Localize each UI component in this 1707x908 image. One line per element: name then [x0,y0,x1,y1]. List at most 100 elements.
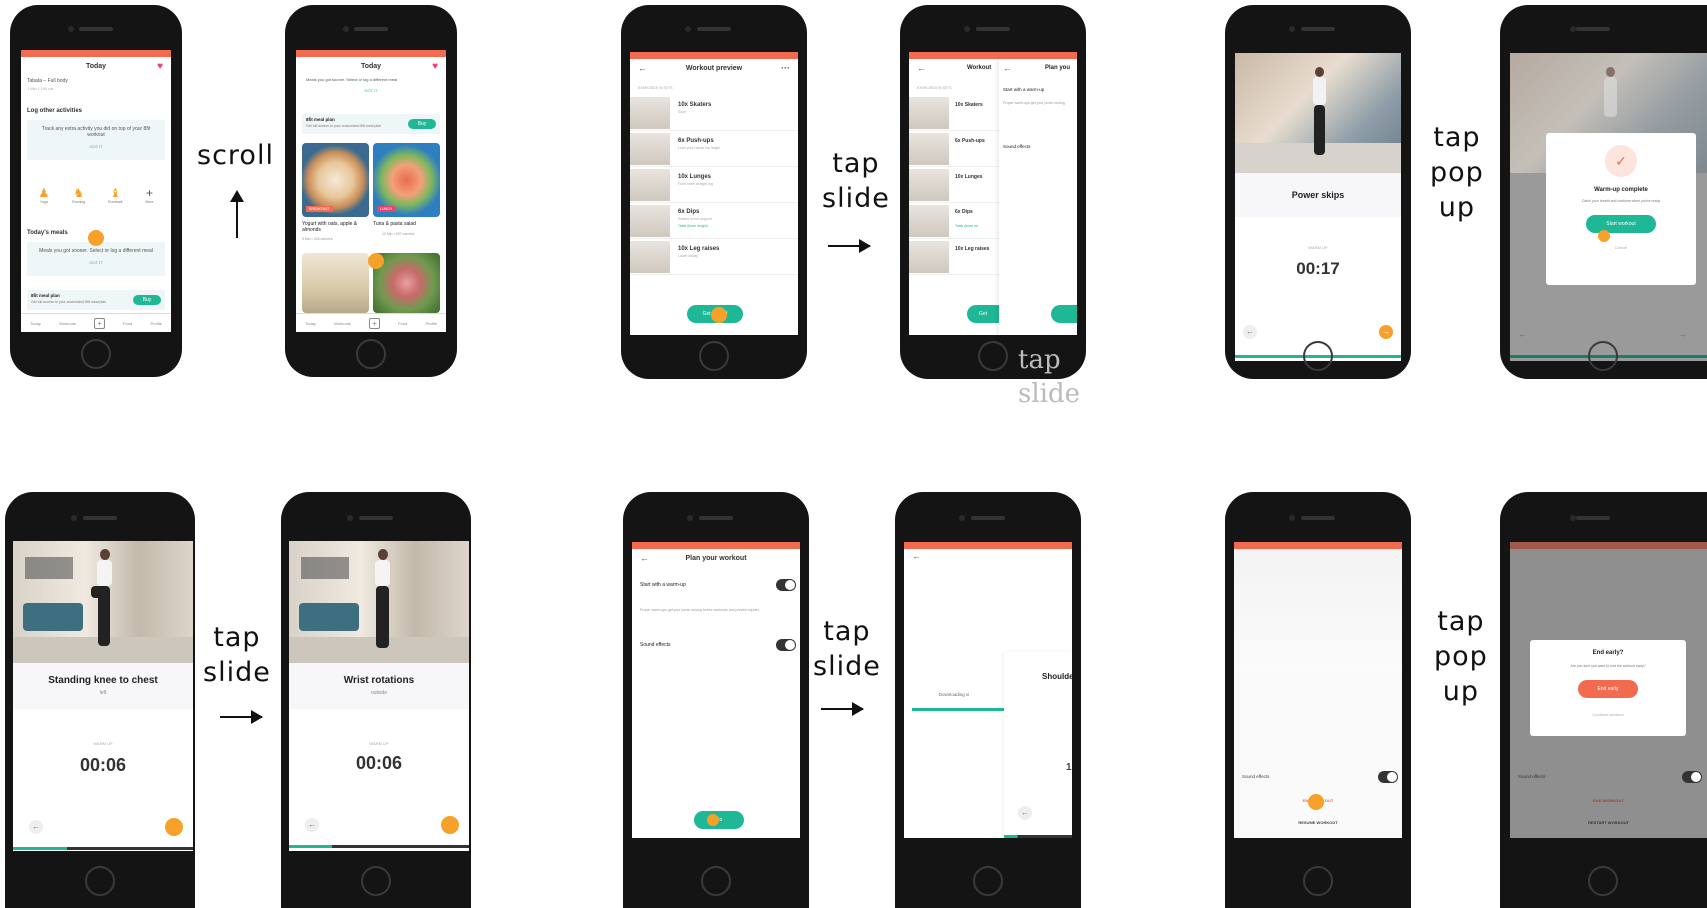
next-exercise-name: Shoulde [1042,672,1072,681]
status-bar [904,542,1072,549]
page-title: Today [85,62,107,70]
back-arrow-icon[interactable]: ← [640,553,649,563]
back-arrow-icon[interactable]: ← [912,551,921,561]
heart-icon[interactable]: ♥ [432,61,438,72]
sound-toggle[interactable] [776,639,796,651]
home-button[interactable] [1588,866,1618,896]
meals-got-it-link[interactable]: GOT IT [27,260,165,265]
food-image-yogurt[interactable]: BREAKFAST [302,143,369,217]
activity-runwalk[interactable]: ♝ Run/walk [108,186,122,204]
home-button[interactable] [701,866,731,896]
status-bar [1234,542,1402,549]
meal-plan-card: 8fit meal plan Get full access to your c… [302,114,440,134]
back-arrow-icon[interactable]: ← [638,63,647,73]
back-arrow-icon[interactable]: ← [1003,63,1012,73]
timer: 00:06 [79,755,127,775]
next-button[interactable] [441,816,459,834]
next-arrow-icon[interactable]: → [1678,329,1687,339]
exercise-sub: Lean your hands hip height [678,146,721,150]
home-button[interactable] [356,339,386,369]
exercise-row[interactable]: 10x Skaters [909,96,999,131]
exercise-name: 10x Leg raises [955,246,990,252]
heart-icon[interactable]: ♥ [157,61,163,72]
exercise-row[interactable]: 10x Lunges [909,168,999,203]
exercise-video[interactable] [289,541,469,663]
home-button[interactable] [973,866,1003,896]
home-button[interactable] [1303,866,1333,896]
exercise-row[interactable]: 10x Skaters Slow [630,96,798,131]
get-started-button[interactable]: Get [967,305,999,323]
exercise-row[interactable]: 10x Leg raises [909,240,999,275]
sound-toggle[interactable] [1682,771,1702,783]
sound-toggle[interactable] [1378,771,1398,783]
exercise-row[interactable]: 10x Leg raises Lower slowly [630,240,798,275]
end-early-button[interactable]: End early [1578,680,1638,698]
continue-workout-link[interactable]: Continue workout [1530,712,1686,717]
previous-button[interactable]: ← [305,818,319,832]
buy-button[interactable]: Buy [408,119,436,129]
got-it-link[interactable]: GOT IT [296,88,446,93]
previous-button[interactable]: ← [1243,325,1257,339]
home-button[interactable] [978,341,1008,371]
food-image-tuna[interactable]: LUNCH [373,143,440,217]
previous-button[interactable]: ← [1018,806,1032,820]
nav-bar: Today ♥ [21,57,171,75]
log-got-it-link[interactable]: GOT IT [27,144,165,149]
tab-workouts[interactable]: Workouts [59,321,76,326]
tab-add[interactable]: + [369,317,380,329]
caption-line: slide [203,657,271,689]
cancel-link[interactable]: Cancel [1546,245,1696,250]
tab-add[interactable]: + [94,317,105,329]
food-image-smoothie[interactable] [302,253,369,313]
exercise-row[interactable]: 6x Push-ups Lean your hands hip height [630,132,798,167]
phone-camera [343,26,349,32]
warmup-toggle[interactable] [776,579,796,591]
exercise-video[interactable] [1235,53,1401,173]
back-arrow-icon[interactable]: ← [917,63,926,73]
go-button[interactable]: Go [694,811,744,829]
trainer-legs [1314,105,1325,155]
status-bar [630,52,798,59]
tab-food[interactable]: Food [123,321,132,326]
go-button[interactable] [1051,305,1077,323]
phone-speaker [1301,27,1335,31]
buy-button[interactable]: Buy [133,295,161,305]
home-button[interactable] [81,339,111,369]
resume-workout-link[interactable]: RESUME WORKOUT [1234,820,1402,825]
up-arrow [230,190,244,238]
home-button[interactable] [1588,341,1618,371]
exercise-name: Wrist rotations [343,675,415,686]
activity-running[interactable]: ♞ Running [72,186,85,204]
previous-arrow-icon[interactable]: ← [1518,329,1527,339]
restart-workout-link[interactable]: RESTART WORKOUT [1510,820,1707,825]
previous-button[interactable]: ← [29,820,43,834]
activity-more[interactable]: + More [146,186,154,204]
exercise-row[interactable]: 6x Push-ups [909,132,999,167]
exercise-row[interactable]: 10x Lunges Front knee straight leg [630,168,798,203]
home-button[interactable] [699,341,729,371]
tab-profile[interactable]: Profile [151,321,162,326]
progress-bar [13,847,193,850]
caption-line: up [1442,676,1480,708]
home-button[interactable] [85,866,115,896]
tab-today[interactable]: Today [305,321,316,326]
next-button[interactable]: → [1379,325,1393,339]
tab-food[interactable]: Food [398,321,407,326]
exercise-video[interactable] [13,541,193,663]
caption-line: tap [832,148,880,179]
plan-panel-sliding: ← Plan you Start with a warm-up Proper w… [999,59,1077,335]
home-button[interactable] [1303,341,1333,371]
next-button[interactable] [165,818,183,836]
exercise-row[interactable]: 6x Dips Seated bench support Table (knee h… [630,204,798,239]
home-button[interactable] [361,866,391,896]
tab-profile[interactable]: Profile [426,321,437,326]
exercise-name: Standing knee to chest [48,675,158,686]
more-icon[interactable]: ··· [781,63,790,73]
exercise-row[interactable]: 6x Dips Table (knee he [909,204,999,239]
tab-today[interactable]: Today [30,321,41,326]
start-workout-button[interactable]: Start workout [1586,215,1656,233]
tab-workouts[interactable]: Workouts [334,321,351,326]
meal-plan-card: 8fit meal plan Get full access to your c… [27,290,165,310]
end-workout-link[interactable]: END WORKOUT [1510,798,1707,803]
activity-yoga[interactable]: ♟ Yoga [38,186,49,204]
